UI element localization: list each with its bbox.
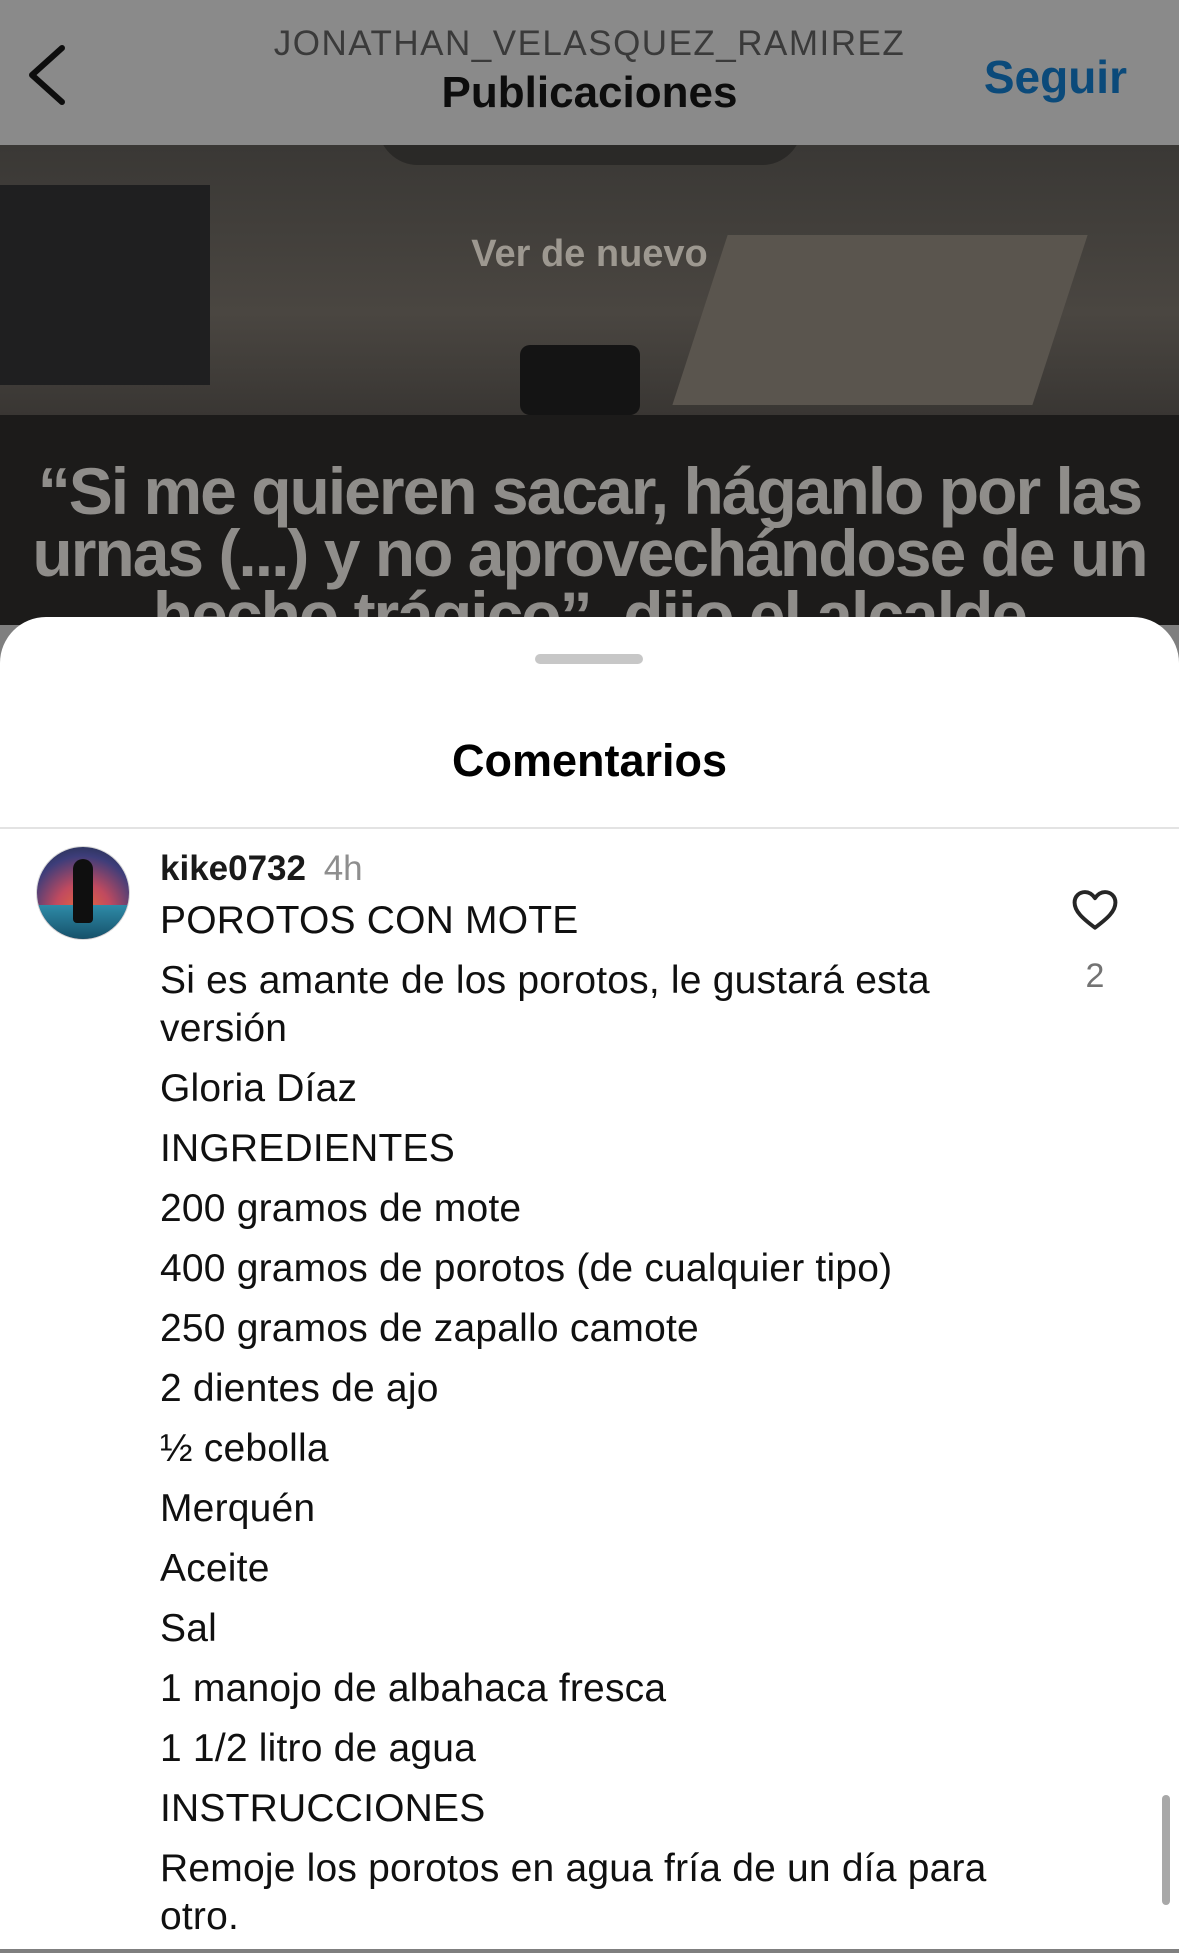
post-media[interactable]: Ver de nuevo “Si me quieren sacar, hágan…: [0, 145, 1179, 625]
like-button[interactable]: [1070, 885, 1120, 935]
media-notch: [378, 145, 802, 165]
top-bar: JONATHAN_VELASQUEZ_RAMIREZ Publicaciones…: [0, 0, 1179, 145]
comment-line: Gloria Díaz: [160, 1067, 358, 1110]
comment-text: POROTOS CON MOTE Si es amante de los por…: [160, 897, 1020, 1941]
follow-button[interactable]: Seguir: [984, 50, 1127, 104]
comment-line: 1 1/2 litro de agua: [160, 1727, 477, 1770]
comments-sheet: Comentarios kike0732 4h POROTOS CON MOTE…: [0, 617, 1179, 1949]
media-background-shape: [520, 345, 640, 415]
sheet-title: Comentarios: [451, 735, 728, 786]
comment-line: 400 gramos de porotos (de cualquier tipo…: [160, 1247, 893, 1290]
avatar[interactable]: [37, 847, 129, 939]
like-count: 2: [1085, 957, 1105, 995]
comment-line: Merquén: [160, 1487, 316, 1530]
media-background-shape: [0, 185, 210, 385]
heart-icon: [1072, 890, 1118, 930]
comment-line: Si es amante de los porotos, le gustará …: [160, 959, 930, 1050]
comment-meta: kike0732 4h: [160, 845, 1020, 897]
divider: [0, 827, 1179, 829]
comment-line: 250 gramos de zapallo camote: [160, 1307, 699, 1350]
comment-line: Remoje los porotos en agua fría de un dí…: [160, 1847, 987, 1938]
comment-line: POROTOS CON MOTE: [160, 899, 579, 942]
comment-line: Aceite: [160, 1547, 270, 1590]
comment-username[interactable]: kike0732: [160, 849, 306, 888]
comment-line: INSTRUCCIONES: [160, 1787, 486, 1830]
replay-button[interactable]: Ver de nuevo: [0, 233, 1179, 276]
sheet-grabber[interactable]: [535, 654, 643, 664]
comment-line: 200 gramos de mote: [160, 1187, 522, 1230]
comment-timestamp: 4h: [323, 849, 363, 888]
comment-line: 1 manojo de albahaca fresca: [160, 1667, 667, 1710]
comment-line: Sal: [160, 1607, 217, 1650]
comment-line: 2 dientes de ajo: [160, 1367, 439, 1410]
comment: kike0732 4h POROTOS CON MOTE Si es amant…: [160, 845, 1020, 1953]
post-quote-text: “Si me quieren sacar, háganlo por las ur…: [32, 454, 1148, 625]
comment-line: INGREDIENTES: [160, 1127, 455, 1170]
comment-line: ½ cebolla: [160, 1427, 329, 1470]
scrollbar[interactable]: [1162, 1795, 1170, 1905]
